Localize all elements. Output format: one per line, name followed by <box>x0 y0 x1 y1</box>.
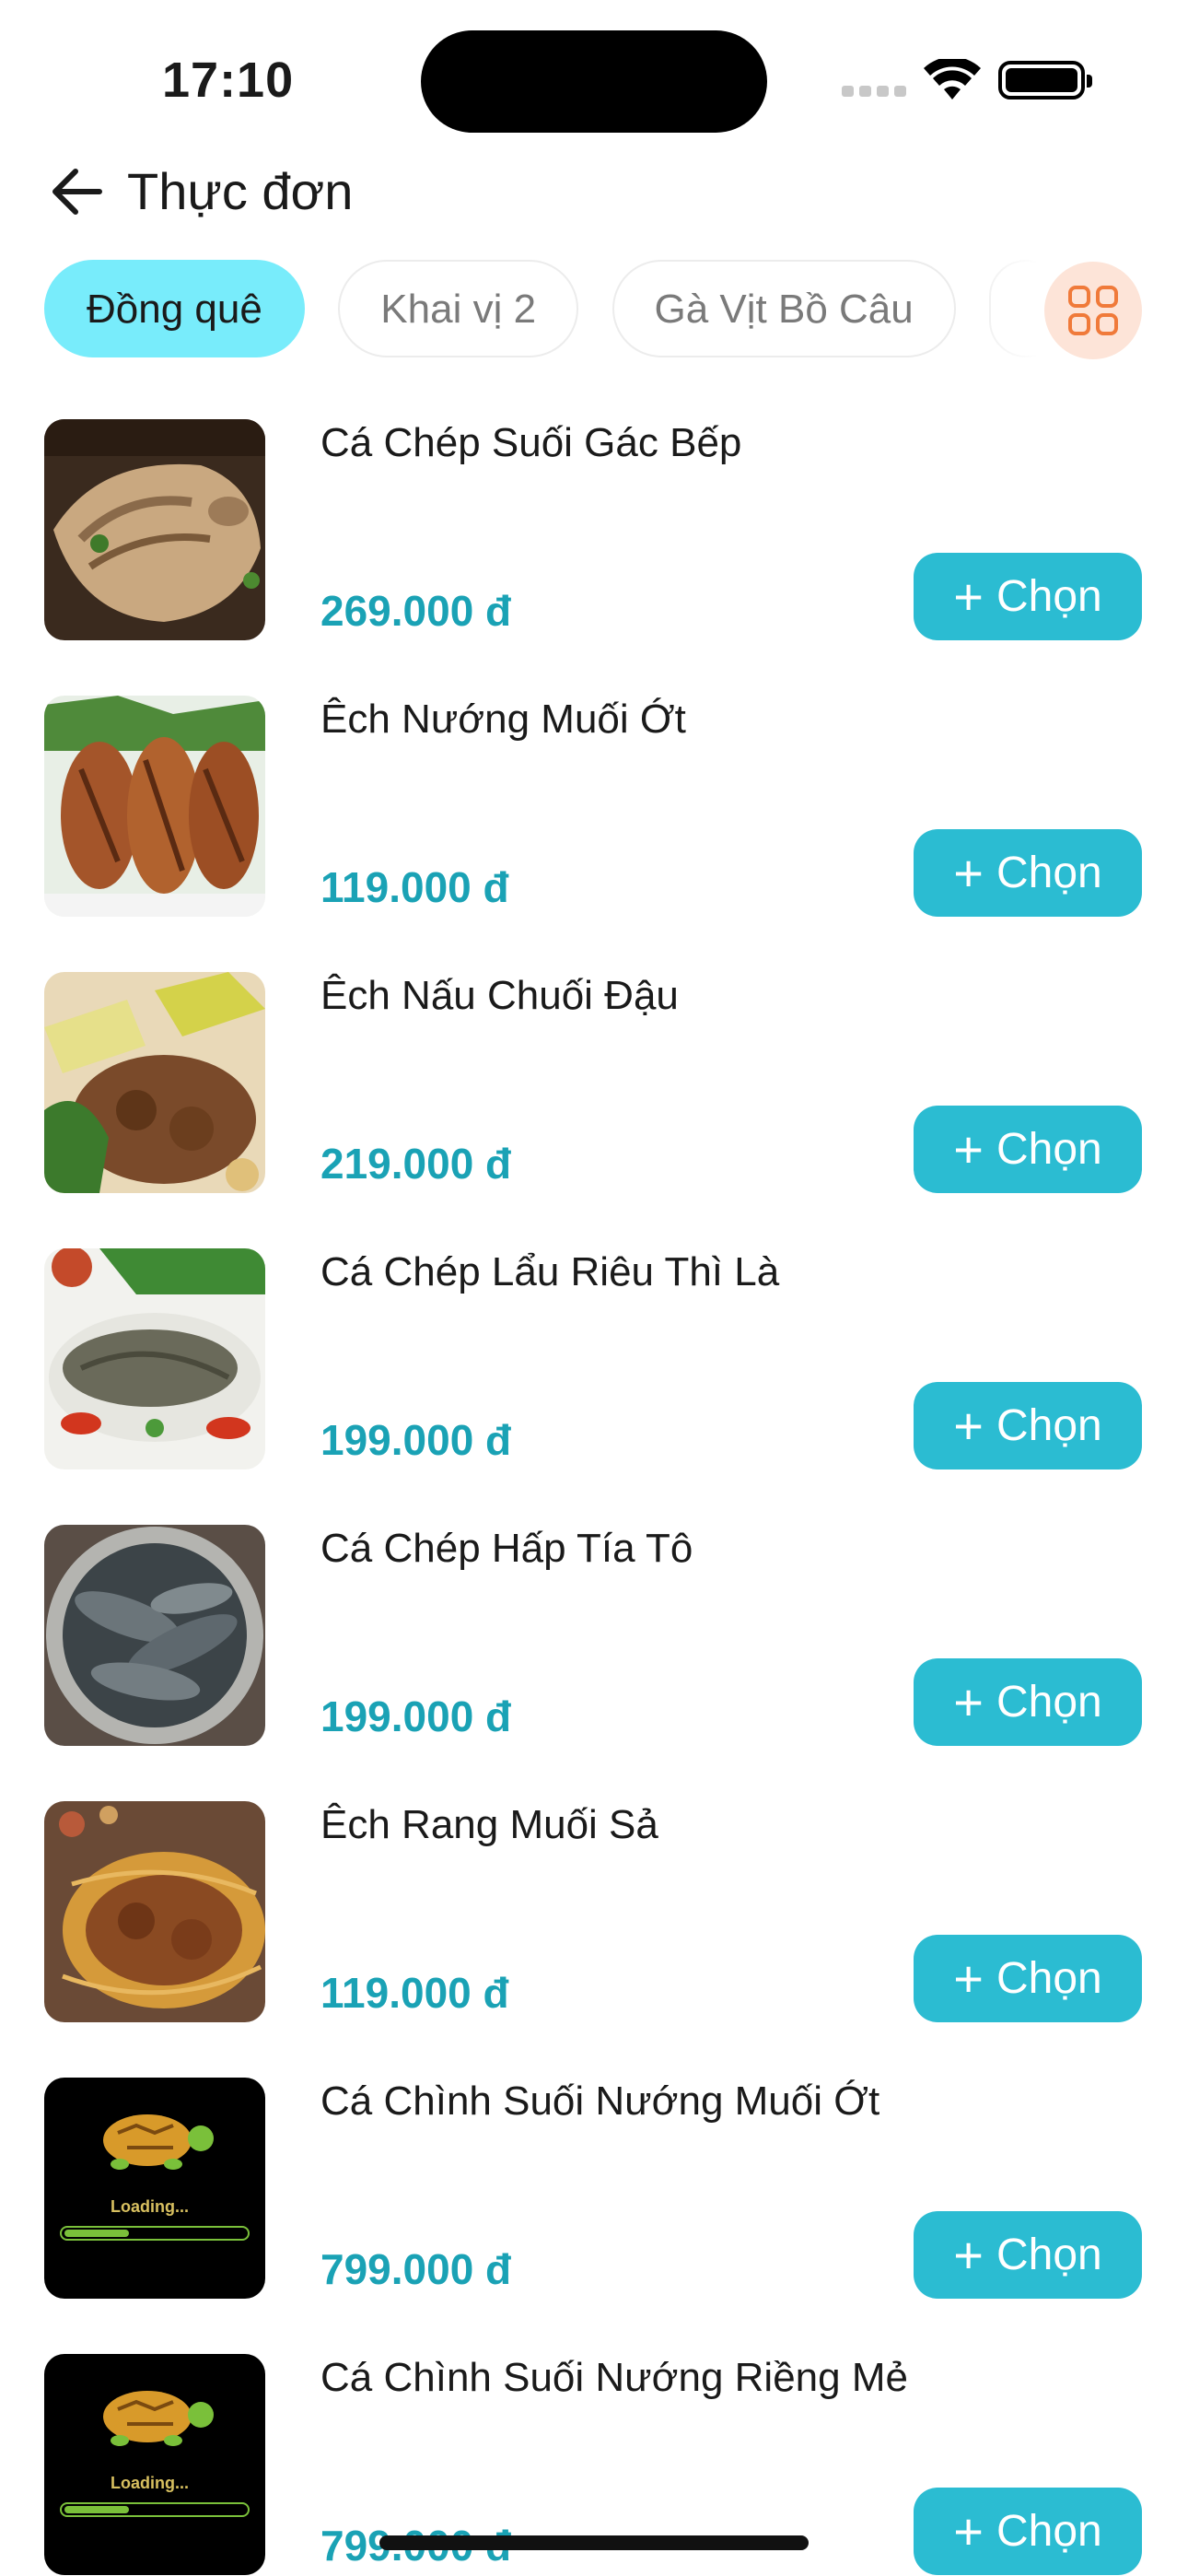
loading-turtle-image: Loading... <box>44 2354 265 2575</box>
item-price: 269.000 đ <box>320 587 512 635</box>
tab-ga-vit-bo-cau[interactable]: Gà Vịt Bồ Câu <box>611 260 956 357</box>
menu-screen: 17:10 Thực đơn Đồng quê Khai vị 2 Gà Vịt… <box>0 0 1188 2576</box>
menu-item[interactable]: Loading... Cá Chình Suối Nướng Muối Ớt 7… <box>0 2078 1188 2308</box>
choose-button[interactable]: + Chọn <box>914 1658 1142 1746</box>
choose-label: Chọn <box>996 2507 1102 2556</box>
item-price: 119.000 đ <box>320 1969 509 2017</box>
menu-item[interactable]: Cá Chép Hấp Tía Tô 199.000 đ + Chọn <box>0 1525 1188 1755</box>
plus-icon: + <box>953 2502 984 2560</box>
choose-label: Chọn <box>996 849 1102 897</box>
cellular-signal-icon <box>842 85 912 101</box>
home-indicator[interactable] <box>379 2535 809 2550</box>
menu-item[interactable]: Êch Nướng Muối Ớt 119.000 đ + Chọn <box>0 696 1188 926</box>
item-name: Êch Rang Muối Sả <box>320 1802 658 1847</box>
plus-icon: + <box>953 1673 984 1731</box>
item-price: 119.000 đ <box>320 863 509 911</box>
item-name: Cá Chình Suối Nướng Riềng Mẻ <box>320 2355 908 2400</box>
category-tabs: Đồng quê Khai vị 2 Gà Vịt Bồ Câu <box>44 260 1057 359</box>
plus-icon: + <box>953 1120 984 1178</box>
grid-icon <box>1068 286 1118 335</box>
item-price: 199.000 đ <box>320 1692 512 1740</box>
choose-button[interactable]: + Chọn <box>914 2488 1142 2575</box>
loading-text: Loading... <box>111 2197 189 2216</box>
grilled-carp-image <box>44 419 265 640</box>
arrow-left-icon <box>52 169 102 215</box>
choose-label: Chọn <box>996 1401 1102 1450</box>
fried-frog-image <box>44 1801 265 2022</box>
plus-icon: + <box>953 1950 984 2008</box>
battery-icon <box>998 61 1092 100</box>
choose-button[interactable]: + Chọn <box>914 1106 1142 1193</box>
plus-icon: + <box>953 1397 984 1455</box>
choose-button[interactable]: + Chọn <box>914 553 1142 640</box>
choose-button[interactable]: + Chọn <box>914 1935 1142 2022</box>
wifi-icon <box>924 59 981 100</box>
page-title: Thực đơn <box>127 162 354 220</box>
choose-label: Chọn <box>996 1678 1102 1727</box>
item-price: 199.000 đ <box>320 1416 512 1464</box>
steamed-carp-image <box>44 1525 265 1746</box>
tab-khai-vi-2[interactable]: Khai vị 2 <box>338 260 579 357</box>
category-grid-button[interactable] <box>1044 262 1142 359</box>
frog-stew-image <box>44 972 265 1193</box>
loading-text: Loading... <box>111 2474 189 2492</box>
item-name: Êch Nấu Chuối Đậu <box>320 973 679 1018</box>
choose-label: Chọn <box>996 572 1102 621</box>
item-name: Êch Nướng Muối Ớt <box>320 697 686 742</box>
choose-button[interactable]: + Chọn <box>914 2211 1142 2299</box>
plus-icon: + <box>953 568 984 626</box>
choose-label: Chọn <box>996 2231 1102 2279</box>
back-button[interactable] <box>44 164 109 219</box>
item-name: Cá Chép Lẩu Riêu Thì Là <box>320 1249 780 1294</box>
status-time: 17:10 <box>162 53 295 108</box>
loading-turtle-image: Loading... <box>44 2078 265 2299</box>
menu-item[interactable]: Cá Chép Suối Gác Bếp 269.000 đ + Chọn <box>0 419 1188 650</box>
item-price: 219.000 đ <box>320 1140 512 1188</box>
choose-label: Chọn <box>996 1954 1102 2003</box>
plus-icon: + <box>953 844 984 902</box>
grilled-frog-image <box>44 696 265 917</box>
choose-button[interactable]: + Chọn <box>914 1382 1142 1469</box>
item-name: Cá Chép Hấp Tía Tô <box>320 1526 693 1571</box>
plus-icon: + <box>953 2226 984 2284</box>
item-price: 799.000 đ <box>320 2245 512 2293</box>
menu-item[interactable]: Êch Rang Muối Sả 119.000 đ + Chọn <box>0 1801 1188 2032</box>
menu-item[interactable]: Êch Nấu Chuối Đậu 219.000 đ + Chọn <box>0 972 1188 1202</box>
choose-label: Chọn <box>996 1125 1102 1174</box>
menu-item[interactable]: Cá Chép Lẩu Riêu Thì Là 199.000 đ + Chọn <box>0 1248 1188 1479</box>
item-name: Cá Chình Suối Nướng Muối Ớt <box>320 2078 880 2124</box>
dynamic-island <box>421 30 767 133</box>
item-name: Cá Chép Suối Gác Bếp <box>320 420 742 465</box>
carp-hotpot-image <box>44 1248 265 1469</box>
tab-dong-que[interactable]: Đồng quê <box>44 260 305 357</box>
choose-button[interactable]: + Chọn <box>914 829 1142 917</box>
